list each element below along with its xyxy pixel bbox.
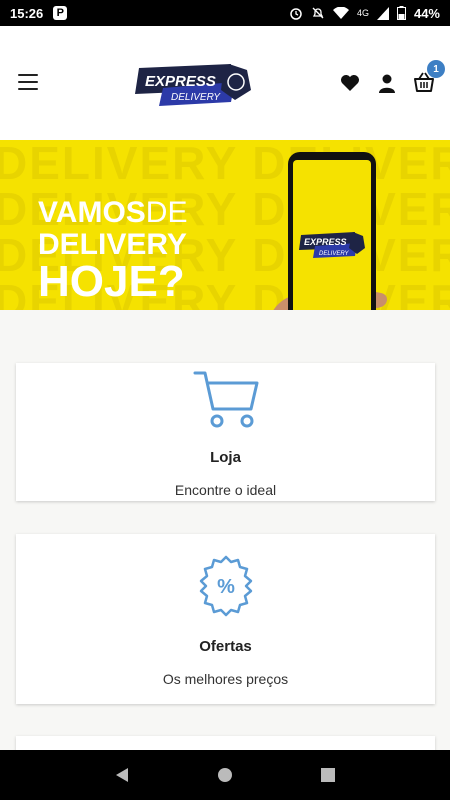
phone-logo: EXPRESS DELIVERY	[299, 232, 365, 258]
favorites-heart-icon[interactable]	[340, 74, 360, 92]
headline-vamos: VAMOS	[38, 196, 146, 229]
app-header: EXPRESS DELIVERY 1	[0, 26, 450, 140]
status-bar: 15:26 P 4G 44%	[0, 0, 450, 26]
battery-percent: 44%	[413, 5, 440, 21]
parking-app-icon: P	[53, 6, 68, 20]
offers-card[interactable]: % Ofertas Os melhores preços	[16, 534, 435, 704]
nav-home-button[interactable]	[210, 760, 240, 790]
phone-screen: EXPRESS DELIVERY	[293, 160, 371, 310]
menu-button[interactable]	[18, 74, 38, 90]
logo-text-top: EXPRESS	[145, 73, 216, 90]
recents-square-icon	[321, 768, 336, 782]
menu-line	[18, 74, 38, 76]
menu-line	[18, 81, 38, 83]
card-title: Loja	[210, 449, 241, 466]
store-card[interactable]: Loja Encontre o ideal	[16, 363, 435, 501]
menu-line	[18, 88, 38, 90]
headline-hoje: HOJE?	[38, 257, 185, 306]
card-title: Ofertas	[199, 638, 252, 655]
cart-count-badge: 1	[427, 60, 445, 78]
battery-icon	[396, 6, 406, 20]
svg-text:%: %	[217, 576, 235, 598]
system-nav-bar	[0, 750, 450, 800]
status-icons: 4G 44%	[289, 6, 440, 21]
nav-recents-button[interactable]	[313, 760, 343, 790]
account-user-icon[interactable]	[378, 73, 396, 93]
percent-badge-icon: %	[199, 555, 252, 617]
cart-icon	[193, 371, 258, 428]
banner-bg-text: DELIVERY DELIVERY	[0, 140, 450, 189]
card-subtitle: Os melhores preços	[162, 671, 289, 687]
headline-de: DE	[145, 196, 188, 229]
signal-icon	[376, 6, 389, 20]
alarm-icon	[290, 8, 302, 20]
logo-text-bottom: DELIVERY	[171, 92, 221, 103]
card-subtitle: Encontre o ideal	[174, 482, 277, 498]
network-type: 4G	[356, 8, 369, 18]
back-triangle-icon	[115, 768, 128, 782]
wifi-icon	[332, 6, 349, 19]
nav-back-button[interactable]	[107, 760, 137, 790]
headline-delivery: DELIVERY	[38, 228, 187, 261]
express-delivery-logo[interactable]: EXPRESS DELIVERY	[135, 60, 253, 108]
home-circle-icon	[217, 768, 232, 782]
status-time: 15:26	[10, 5, 44, 21]
promo-banner[interactable]: DELIVERY DELIVERY DELIVERY DELIVERY DELI…	[0, 140, 450, 310]
notifications-off-icon	[312, 7, 324, 19]
banner-headline: VAMOSDE DELIVERY HOJE?	[38, 198, 187, 304]
phone-logo-bottom: DELIVERY	[319, 251, 349, 257]
phone-mockup: EXPRESS DELIVERY	[288, 152, 376, 310]
phone-logo-top: EXPRESS	[304, 237, 347, 247]
